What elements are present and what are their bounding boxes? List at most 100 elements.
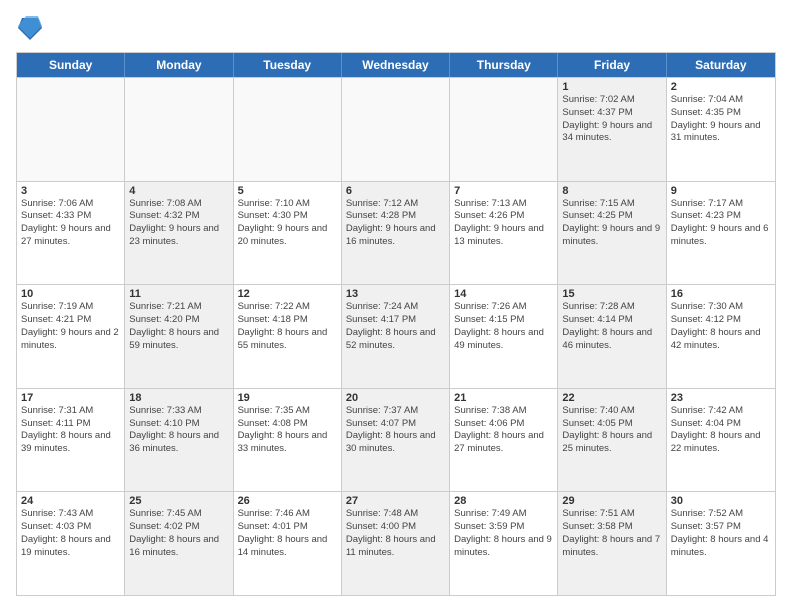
empty-cell-0-3 [342,78,450,181]
weekday-header-friday: Friday [558,53,666,77]
day-info: Sunrise: 7:12 AM Sunset: 4:28 PM Dayligh… [346,198,445,249]
day-info: Sunrise: 7:49 AM Sunset: 3:59 PM Dayligh… [454,508,553,559]
logo [16,16,42,44]
day-number: 1 [562,81,661,93]
day-info: Sunrise: 7:10 AM Sunset: 4:30 PM Dayligh… [238,198,337,249]
day-info: Sunrise: 7:48 AM Sunset: 4:00 PM Dayligh… [346,508,445,559]
day-info: Sunrise: 7:35 AM Sunset: 4:08 PM Dayligh… [238,405,337,456]
day-info: Sunrise: 7:43 AM Sunset: 4:03 PM Dayligh… [21,508,120,559]
day-info: Sunrise: 7:28 AM Sunset: 4:14 PM Dayligh… [562,301,661,352]
day-info: Sunrise: 7:21 AM Sunset: 4:20 PM Dayligh… [129,301,228,352]
day-info: Sunrise: 7:31 AM Sunset: 4:11 PM Dayligh… [21,405,120,456]
empty-cell-0-0 [17,78,125,181]
day-number: 8 [562,185,661,197]
calendar-row-0: 1Sunrise: 7:02 AM Sunset: 4:37 PM Daylig… [17,77,775,181]
empty-cell-0-4 [450,78,558,181]
day-info: Sunrise: 7:40 AM Sunset: 4:05 PM Dayligh… [562,405,661,456]
day-cell-28: 28Sunrise: 7:49 AM Sunset: 3:59 PM Dayli… [450,492,558,595]
day-cell-14: 14Sunrise: 7:26 AM Sunset: 4:15 PM Dayli… [450,285,558,388]
day-cell-26: 26Sunrise: 7:46 AM Sunset: 4:01 PM Dayli… [234,492,342,595]
day-number: 7 [454,185,553,197]
day-cell-21: 21Sunrise: 7:38 AM Sunset: 4:06 PM Dayli… [450,389,558,492]
day-info: Sunrise: 7:06 AM Sunset: 4:33 PM Dayligh… [21,198,120,249]
weekday-header-sunday: Sunday [17,53,125,77]
day-number: 5 [238,185,337,197]
day-info: Sunrise: 7:37 AM Sunset: 4:07 PM Dayligh… [346,405,445,456]
day-cell-7: 7Sunrise: 7:13 AM Sunset: 4:26 PM Daylig… [450,182,558,285]
day-cell-23: 23Sunrise: 7:42 AM Sunset: 4:04 PM Dayli… [667,389,775,492]
day-number: 12 [238,288,337,300]
day-number: 17 [21,392,120,404]
day-cell-29: 29Sunrise: 7:51 AM Sunset: 3:58 PM Dayli… [558,492,666,595]
day-cell-5: 5Sunrise: 7:10 AM Sunset: 4:30 PM Daylig… [234,182,342,285]
day-cell-3: 3Sunrise: 7:06 AM Sunset: 4:33 PM Daylig… [17,182,125,285]
day-number: 25 [129,495,228,507]
day-cell-4: 4Sunrise: 7:08 AM Sunset: 4:32 PM Daylig… [125,182,233,285]
page: SundayMondayTuesdayWednesdayThursdayFrid… [0,0,792,612]
day-number: 18 [129,392,228,404]
day-number: 15 [562,288,661,300]
day-info: Sunrise: 7:15 AM Sunset: 4:25 PM Dayligh… [562,198,661,249]
day-number: 16 [671,288,771,300]
day-info: Sunrise: 7:08 AM Sunset: 4:32 PM Dayligh… [129,198,228,249]
day-info: Sunrise: 7:33 AM Sunset: 4:10 PM Dayligh… [129,405,228,456]
day-number: 19 [238,392,337,404]
day-info: Sunrise: 7:38 AM Sunset: 4:06 PM Dayligh… [454,405,553,456]
day-info: Sunrise: 7:24 AM Sunset: 4:17 PM Dayligh… [346,301,445,352]
calendar-row-2: 10Sunrise: 7:19 AM Sunset: 4:21 PM Dayli… [17,284,775,388]
day-cell-9: 9Sunrise: 7:17 AM Sunset: 4:23 PM Daylig… [667,182,775,285]
day-info: Sunrise: 7:04 AM Sunset: 4:35 PM Dayligh… [671,94,771,145]
day-cell-2: 2Sunrise: 7:04 AM Sunset: 4:35 PM Daylig… [667,78,775,181]
day-number: 24 [21,495,120,507]
day-cell-30: 30Sunrise: 7:52 AM Sunset: 3:57 PM Dayli… [667,492,775,595]
day-cell-1: 1Sunrise: 7:02 AM Sunset: 4:37 PM Daylig… [558,78,666,181]
day-cell-15: 15Sunrise: 7:28 AM Sunset: 4:14 PM Dayli… [558,285,666,388]
day-number: 28 [454,495,553,507]
day-number: 20 [346,392,445,404]
day-number: 13 [346,288,445,300]
day-cell-17: 17Sunrise: 7:31 AM Sunset: 4:11 PM Dayli… [17,389,125,492]
logo-icon [18,14,42,42]
day-number: 11 [129,288,228,300]
day-cell-19: 19Sunrise: 7:35 AM Sunset: 4:08 PM Dayli… [234,389,342,492]
weekday-header-monday: Monday [125,53,233,77]
calendar-row-4: 24Sunrise: 7:43 AM Sunset: 4:03 PM Dayli… [17,491,775,595]
day-number: 21 [454,392,553,404]
day-info: Sunrise: 7:45 AM Sunset: 4:02 PM Dayligh… [129,508,228,559]
day-cell-27: 27Sunrise: 7:48 AM Sunset: 4:00 PM Dayli… [342,492,450,595]
empty-cell-0-2 [234,78,342,181]
day-cell-18: 18Sunrise: 7:33 AM Sunset: 4:10 PM Dayli… [125,389,233,492]
day-cell-16: 16Sunrise: 7:30 AM Sunset: 4:12 PM Dayli… [667,285,775,388]
day-info: Sunrise: 7:30 AM Sunset: 4:12 PM Dayligh… [671,301,771,352]
day-info: Sunrise: 7:46 AM Sunset: 4:01 PM Dayligh… [238,508,337,559]
day-info: Sunrise: 7:42 AM Sunset: 4:04 PM Dayligh… [671,405,771,456]
day-number: 27 [346,495,445,507]
day-cell-13: 13Sunrise: 7:24 AM Sunset: 4:17 PM Dayli… [342,285,450,388]
weekday-header-tuesday: Tuesday [234,53,342,77]
day-info: Sunrise: 7:22 AM Sunset: 4:18 PM Dayligh… [238,301,337,352]
day-cell-11: 11Sunrise: 7:21 AM Sunset: 4:20 PM Dayli… [125,285,233,388]
day-number: 10 [21,288,120,300]
weekday-header-saturday: Saturday [667,53,775,77]
day-info: Sunrise: 7:26 AM Sunset: 4:15 PM Dayligh… [454,301,553,352]
day-cell-6: 6Sunrise: 7:12 AM Sunset: 4:28 PM Daylig… [342,182,450,285]
day-info: Sunrise: 7:13 AM Sunset: 4:26 PM Dayligh… [454,198,553,249]
weekday-header-thursday: Thursday [450,53,558,77]
day-info: Sunrise: 7:51 AM Sunset: 3:58 PM Dayligh… [562,508,661,559]
day-number: 9 [671,185,771,197]
day-number: 6 [346,185,445,197]
day-number: 23 [671,392,771,404]
day-number: 26 [238,495,337,507]
calendar-row-1: 3Sunrise: 7:06 AM Sunset: 4:33 PM Daylig… [17,181,775,285]
day-cell-10: 10Sunrise: 7:19 AM Sunset: 4:21 PM Dayli… [17,285,125,388]
day-number: 2 [671,81,771,93]
day-number: 22 [562,392,661,404]
day-cell-24: 24Sunrise: 7:43 AM Sunset: 4:03 PM Dayli… [17,492,125,595]
header [16,16,776,44]
calendar: SundayMondayTuesdayWednesdayThursdayFrid… [16,52,776,596]
day-number: 3 [21,185,120,197]
day-info: Sunrise: 7:17 AM Sunset: 4:23 PM Dayligh… [671,198,771,249]
day-cell-8: 8Sunrise: 7:15 AM Sunset: 4:25 PM Daylig… [558,182,666,285]
day-cell-25: 25Sunrise: 7:45 AM Sunset: 4:02 PM Dayli… [125,492,233,595]
calendar-body: 1Sunrise: 7:02 AM Sunset: 4:37 PM Daylig… [17,77,775,595]
